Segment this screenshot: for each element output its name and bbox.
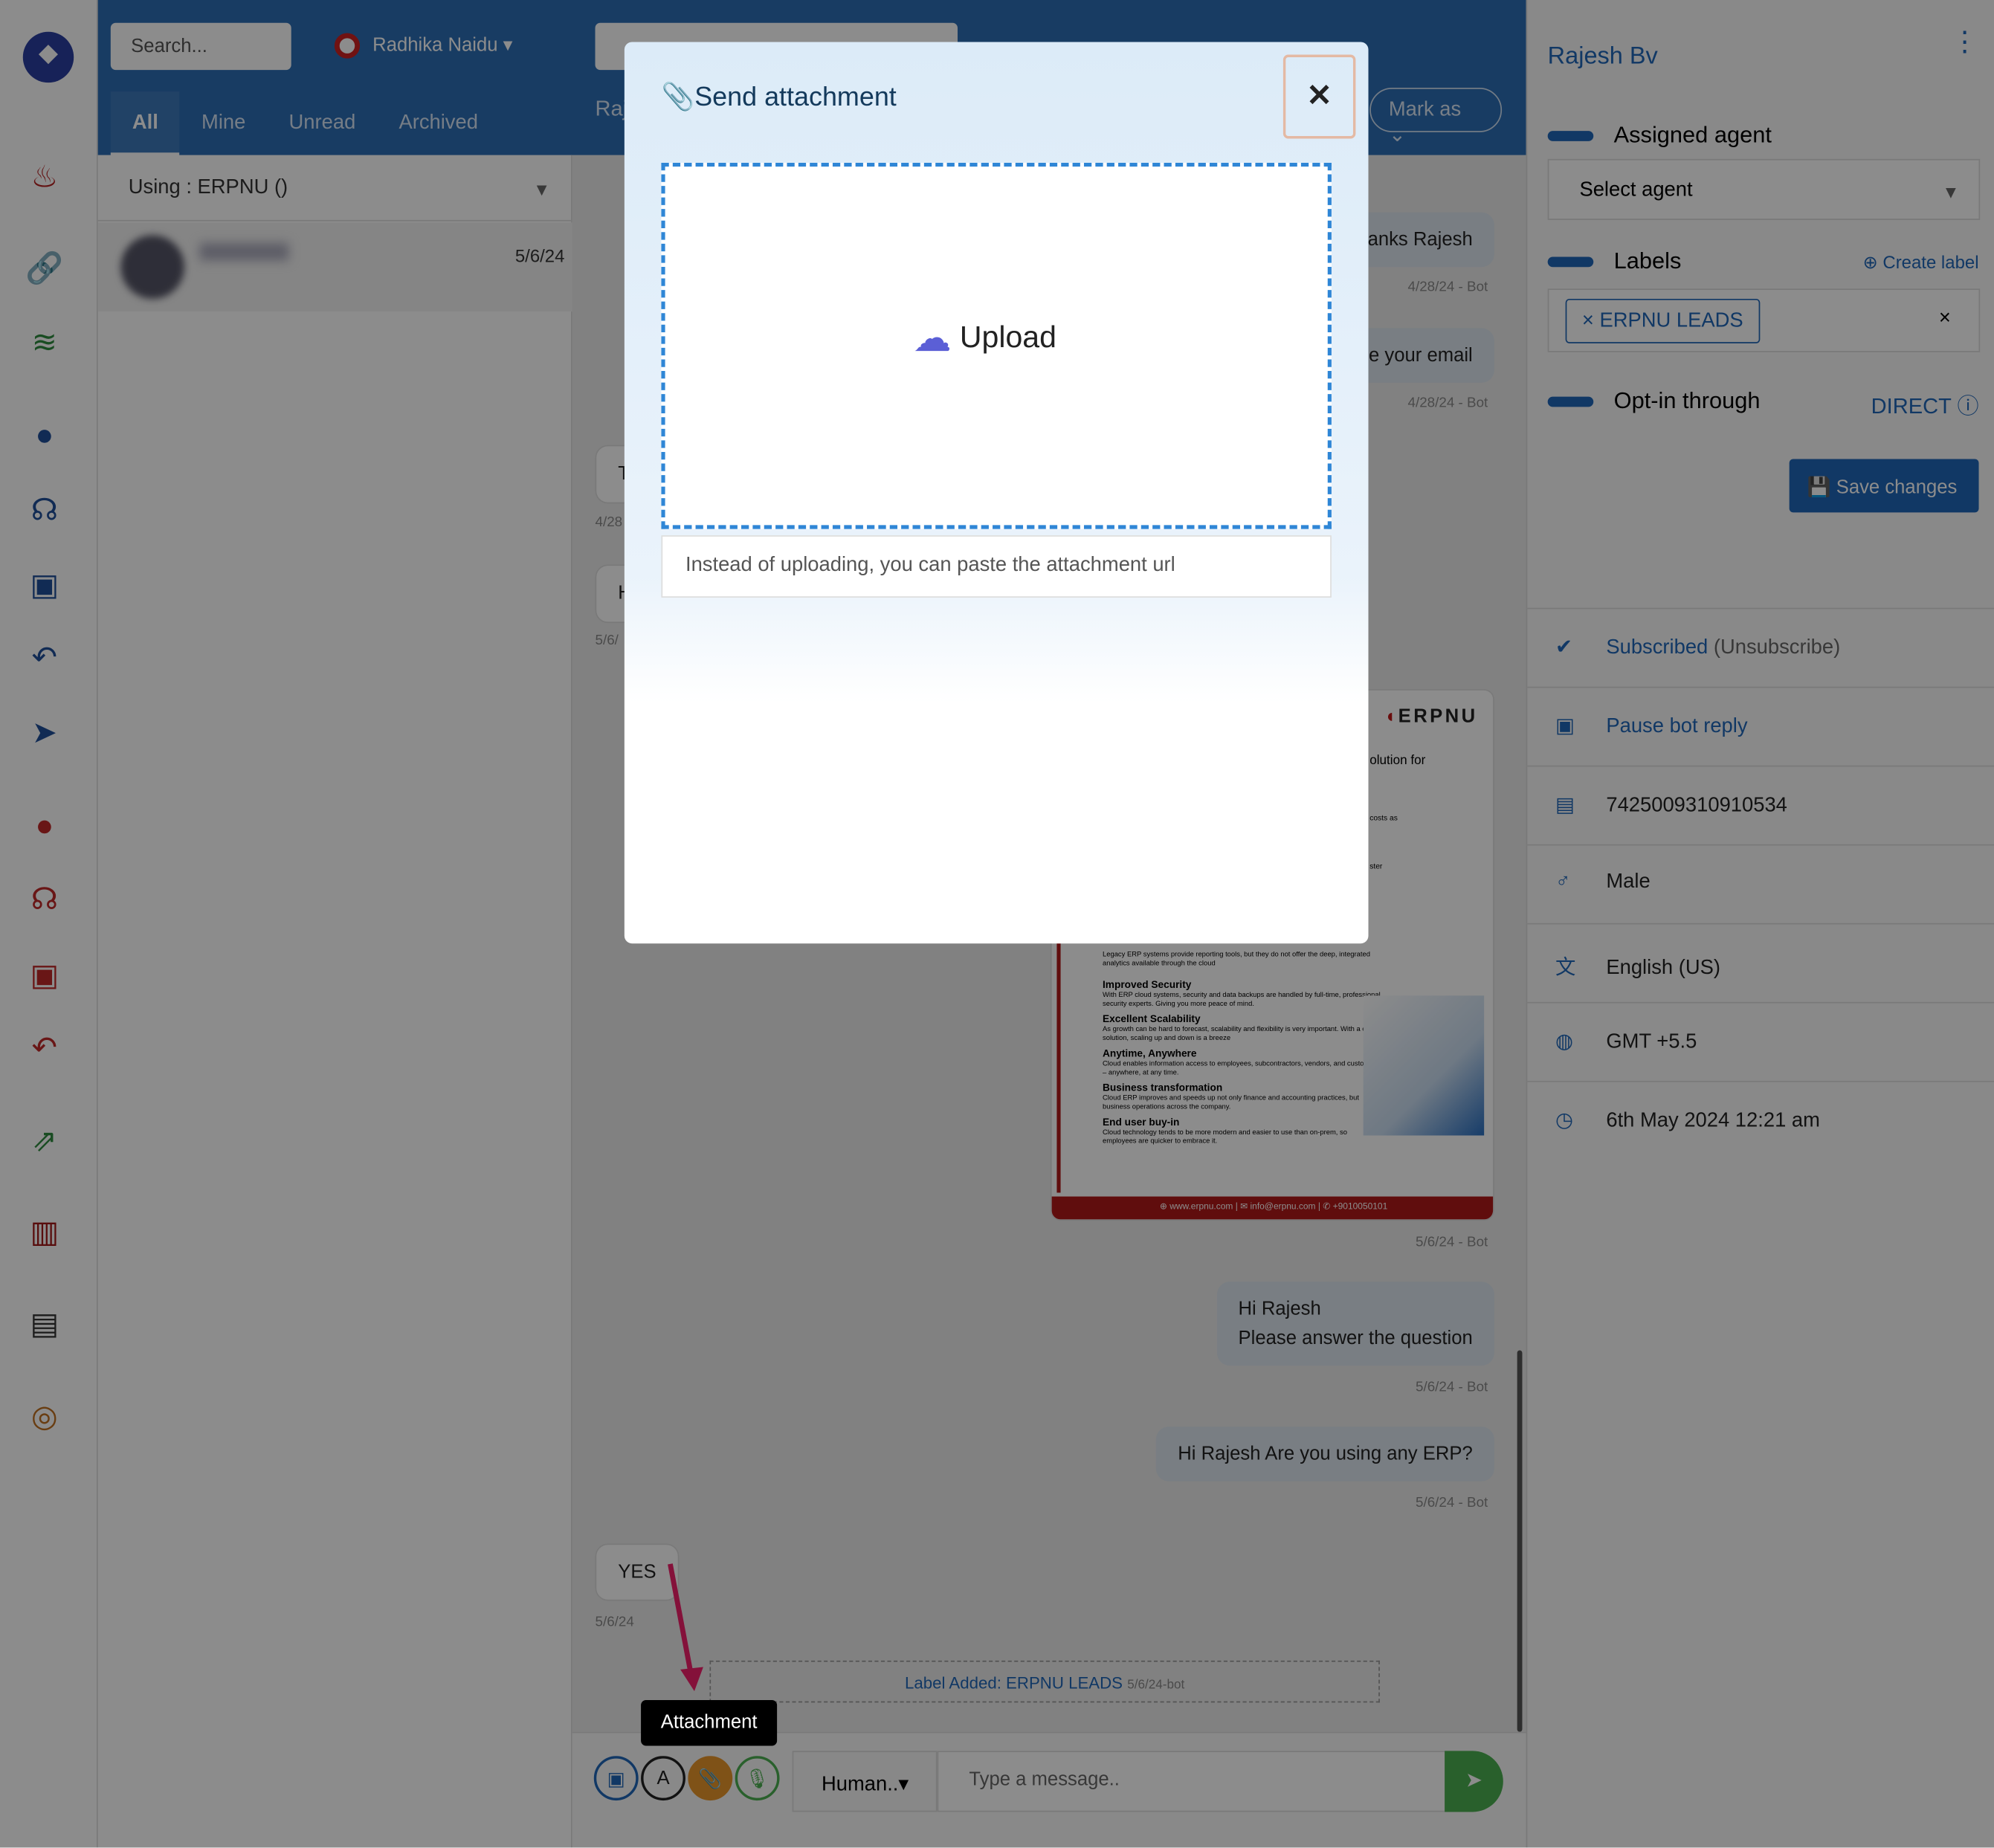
close-button[interactable]: ✕ (1282, 54, 1356, 139)
paperclip-icon: 📎 (661, 83, 695, 112)
attachment-tooltip: Attachment (641, 1699, 778, 1746)
cloud-upload-icon: ☁ (913, 317, 952, 361)
attachment-url-input[interactable]: Instead of uploading, you can paste the … (661, 535, 1332, 598)
upload-dropzone[interactable]: ☁ Upload (661, 162, 1332, 529)
upload-button[interactable]: ☁ Upload (913, 317, 1056, 361)
modal-title: 📎Send attachment (661, 83, 897, 112)
send-attachment-modal: 📎Send attachment ✕ ☁ Upload Instead of u… (624, 42, 1369, 944)
